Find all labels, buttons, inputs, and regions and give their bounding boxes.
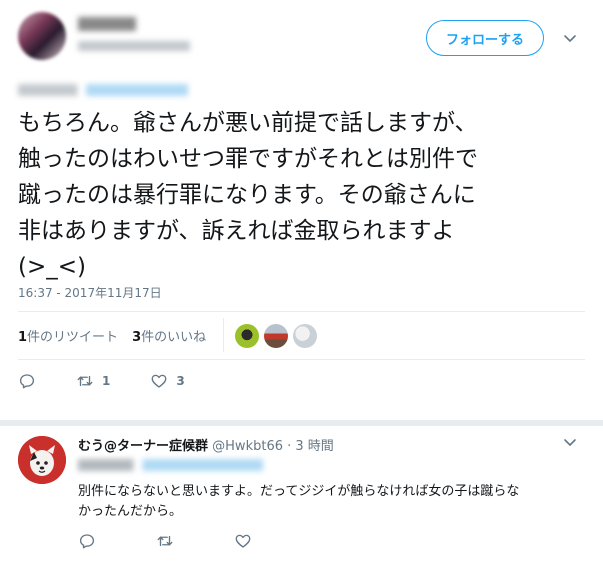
reply-actions <box>78 532 312 550</box>
avatar[interactable] <box>293 324 317 348</box>
author-avatar[interactable] <box>18 12 66 60</box>
reply-icon <box>19 374 35 389</box>
reply-button[interactable] <box>78 532 96 550</box>
like-count: 3 <box>176 374 185 388</box>
reply-icon <box>79 534 95 549</box>
reply-author-name[interactable]: むう@ターナー症候群 <box>78 439 208 454</box>
chevron-down-icon[interactable] <box>562 30 578 46</box>
reply-text-line: 別件にならないと思いますよ。だってジジイが触らなければ女の子は蹴らな <box>78 484 520 499</box>
retweet-icon <box>77 375 93 387</box>
tweet-text: もちろん。爺さんが悪い前提で話しますが、 触ったのはわいせつ罪ですがそれとは別件… <box>18 105 588 285</box>
tweet-actions: 1 3 <box>18 372 225 390</box>
tweet-stats: 1件のリツイート 3件のいいね <box>18 326 206 345</box>
tweet-timestamp[interactable]: 16:37 - 2017年11月17日 <box>18 284 162 301</box>
retweet-button[interactable] <box>156 532 174 550</box>
tweet-text-line: (>_<) <box>18 254 86 280</box>
divider <box>18 359 585 360</box>
retweet-stat[interactable]: 1件のリツイート <box>18 326 118 345</box>
follow-button[interactable]: フォローする <box>426 20 544 56</box>
tweet-text-line: 非はありますが、訴えれば金取られますよ <box>18 218 455 244</box>
like-button[interactable] <box>234 532 252 550</box>
dog-avatar-icon <box>18 436 66 484</box>
avatar[interactable] <box>235 324 259 348</box>
reply-text-line: かったんだから。 <box>78 504 183 519</box>
tweet-text-line: もちろん。爺さんが悪い前提で話しますが、 <box>18 110 478 136</box>
divider <box>223 318 224 352</box>
like-icon <box>235 534 251 548</box>
main-tweet: フォローする もちろん。爺さんが悪い前提で話しますが、 触ったのはわいせつ罪です… <box>0 0 603 420</box>
tweet-text-line: 蹴ったのは暴行罪になります。その爺さんに <box>18 182 476 208</box>
like-stat[interactable]: 3件のいいね <box>132 326 206 345</box>
reply-time[interactable]: · 3 時間 <box>287 439 334 454</box>
retweet-count: 1 <box>102 374 111 388</box>
retweet-button[interactable]: 1 <box>76 372 110 390</box>
author-handle-redacted[interactable] <box>78 41 190 51</box>
replying-to-redacted[interactable] <box>78 459 263 471</box>
reply-header: むう@ターナー症候群 @Hwkbt66 · 3 時間 <box>78 435 334 454</box>
tweet-text-line: 触ったのはわいせつ罪ですがそれとは別件で <box>18 146 478 172</box>
like-icon <box>151 374 167 388</box>
divider <box>18 311 585 312</box>
chevron-down-icon[interactable] <box>562 434 578 450</box>
reply-author-handle[interactable]: @Hwkbt66 <box>212 439 283 454</box>
like-button[interactable]: 3 <box>150 372 185 390</box>
reply-button[interactable] <box>18 372 36 390</box>
liker-avatars <box>235 324 322 348</box>
avatar[interactable] <box>264 324 288 348</box>
replying-to-redacted[interactable] <box>18 84 188 96</box>
avatar[interactable] <box>18 436 66 484</box>
author-name-redacted[interactable] <box>78 17 136 31</box>
retweet-icon <box>157 535 173 547</box>
reply-tweet[interactable]: むう@ターナー症候群 @Hwkbt66 · 3 時間 別件にならないと思いますよ… <box>0 426 603 581</box>
reply-text: 別件にならないと思いますよ。だってジジイが触らなければ女の子は蹴らな かったんだ… <box>78 482 588 522</box>
